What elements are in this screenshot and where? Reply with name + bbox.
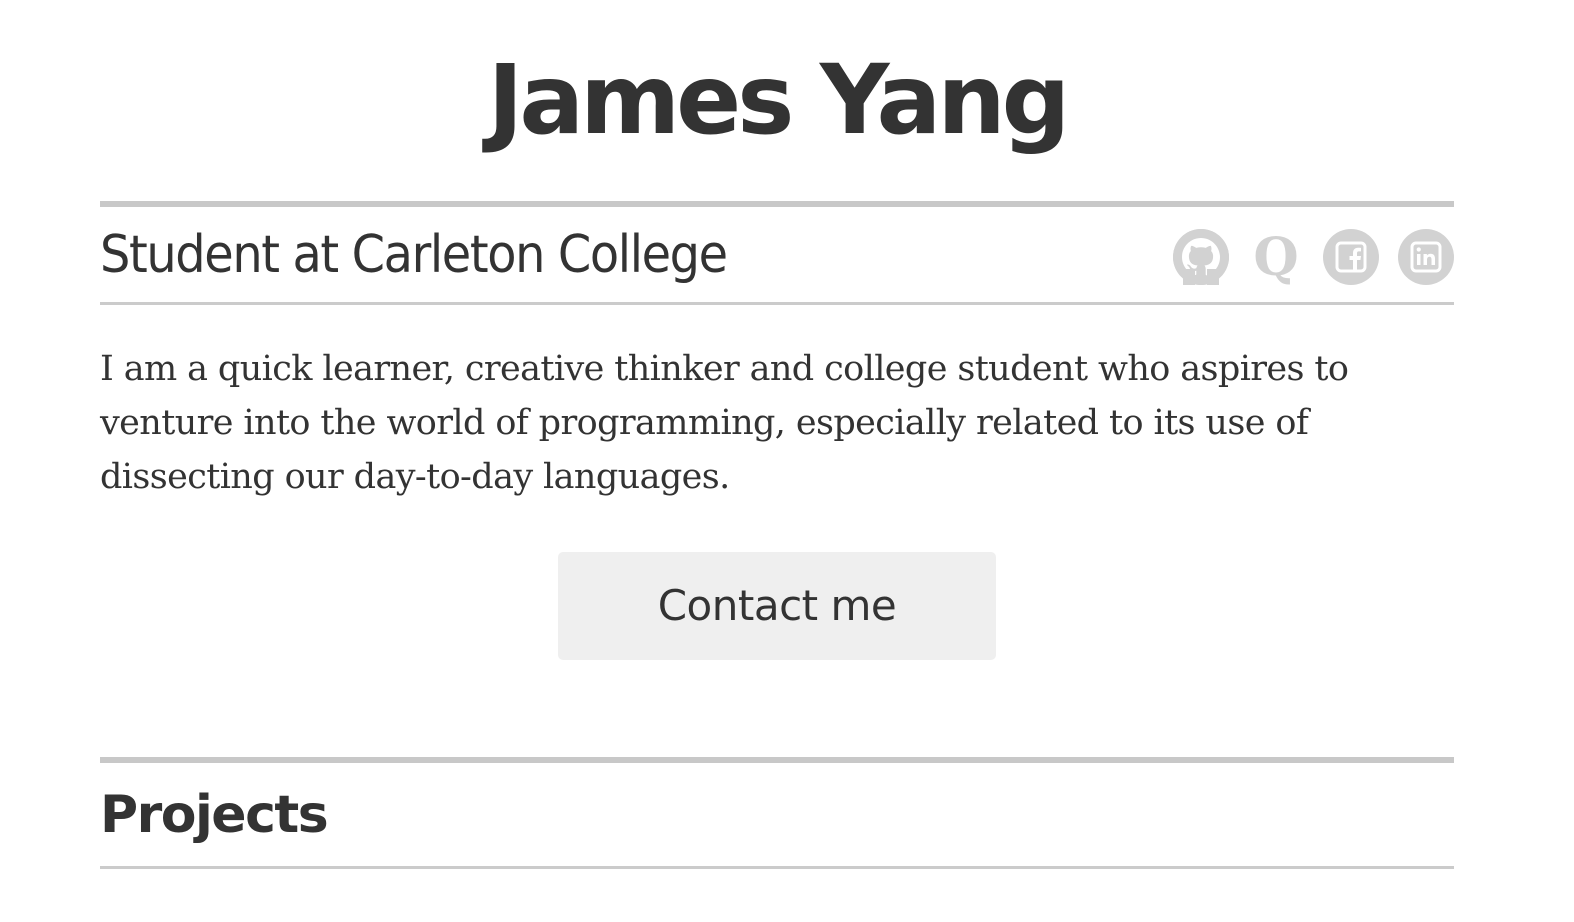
projects-top-divider (100, 757, 1454, 763)
subtitle: Student at Carleton College (100, 225, 728, 285)
social-links: Q (1173, 229, 1454, 285)
facebook-icon (1335, 241, 1367, 273)
svg-text:Q: Q (1253, 229, 1298, 285)
quora-icon: Q (1253, 229, 1298, 285)
bio-paragraph: I am a quick learner, creative thinker a… (100, 349, 1349, 497)
contact-button[interactable]: Contact me (558, 552, 996, 660)
projects-heading: Projects (100, 785, 329, 845)
linkedin-link[interactable] (1398, 229, 1454, 285)
projects-bottom-divider (100, 866, 1454, 869)
github-link[interactable] (1173, 229, 1229, 285)
page-title: James Yang (487, 44, 1071, 156)
subtitle-divider (100, 302, 1454, 305)
facebook-link[interactable] (1323, 229, 1379, 285)
quora-link[interactable]: Q (1248, 229, 1304, 285)
subtitle-row: Student at Carleton College Q (100, 210, 1454, 302)
linkedin-icon (1410, 241, 1442, 273)
github-icon (1173, 229, 1229, 285)
top-divider (100, 201, 1454, 207)
